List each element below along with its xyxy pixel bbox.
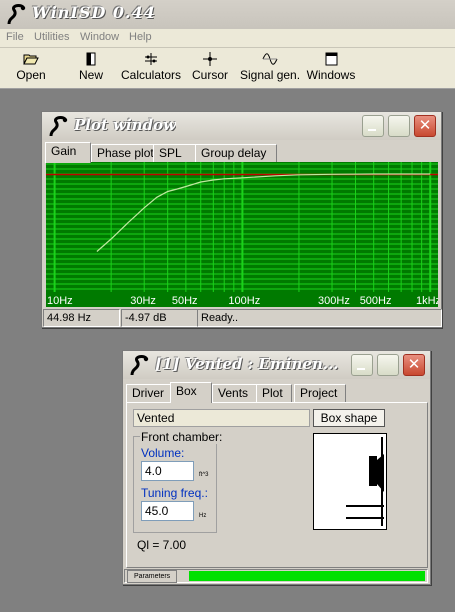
windows-icon — [325, 52, 338, 66]
volume-unit: ft^3 — [199, 472, 209, 478]
status-gain: -4.97 dB — [121, 309, 198, 327]
status-frequency: 44.98 Hz — [43, 309, 120, 327]
tuning-freq-label: Tuning freq.: — [141, 486, 208, 500]
x-tick-label: 1kHz — [416, 295, 438, 307]
close-button[interactable]: ✕ — [403, 354, 425, 376]
volume-input[interactable]: 4.0 — [141, 461, 194, 481]
tab-gain[interactable]: Gain — [45, 142, 91, 163]
menubar: File Utilities Window Help — [0, 29, 455, 48]
cursor-button[interactable]: Cursor — [190, 48, 230, 88]
volume-label: Volume: — [141, 446, 185, 460]
box-tabs: Driver Box Vents Plot Project — [126, 382, 426, 403]
x-tick-label: 100Hz — [228, 295, 260, 307]
tuning-freq-input[interactable]: 45.0 — [141, 501, 194, 521]
box-shape-button[interactable]: Box shape — [313, 409, 385, 427]
x-tick-label: 10Hz — [47, 295, 73, 307]
crosshair-icon — [203, 52, 217, 66]
tab-group-delay[interactable]: Group delay — [195, 144, 277, 162]
tuning-freq-unit: Hz — [199, 513, 207, 519]
box-type-select[interactable]: Vented — [133, 409, 310, 427]
menu-utilities[interactable]: Utilities — [34, 31, 69, 43]
tab-vents[interactable]: Vents — [212, 384, 258, 402]
progress-bar — [189, 571, 425, 581]
speaker-box-diagram-icon — [346, 437, 384, 526]
minimize-button[interactable] — [362, 115, 384, 137]
plot-tabs: Gain Phase plot SPL Group delay — [45, 142, 440, 163]
front-chamber-label: Front chamber: — [140, 430, 224, 444]
tab-box[interactable]: Box — [170, 382, 212, 403]
signal-gen-button[interactable]: Signal gen. — [240, 48, 300, 88]
x-tick-label: 500Hz — [360, 295, 392, 307]
menu-help[interactable]: Help — [129, 31, 152, 43]
windows-button[interactable]: Windows — [306, 48, 356, 88]
gain-plot[interactable]: 10Hz 30Hz 50Hz 100Hz 300Hz 500Hz 1kHz — [46, 162, 438, 307]
toolbar: Open New Calculators Cursor Signal gen. — [0, 48, 455, 89]
new-button[interactable]: New — [74, 48, 108, 88]
winisd-logo-icon — [130, 355, 149, 376]
close-button[interactable]: ✕ — [414, 115, 436, 137]
calculators-button[interactable]: Calculators — [120, 48, 182, 88]
box-window-title: [1] Vented : Eminen... — [155, 355, 339, 373]
maximize-button[interactable] — [377, 354, 399, 376]
x-tick-label: 30Hz — [130, 295, 156, 307]
x-tick-label: 300Hz — [318, 295, 350, 307]
maximize-button[interactable] — [388, 115, 410, 137]
new-document-icon — [86, 52, 96, 66]
plot-window-titlebar[interactable]: Plot window ✕ — [42, 112, 441, 140]
winisd-logo-icon — [49, 116, 68, 137]
box-window-titlebar[interactable]: [1] Vented : Eminen... ✕ — [123, 351, 430, 379]
open-button[interactable]: Open — [14, 48, 48, 88]
tab-plot[interactable]: Plot — [256, 384, 292, 402]
app-titlebar: WinISD 0.44 — [0, 0, 455, 29]
app-title: WinISD 0.44 — [32, 3, 156, 22]
menu-file[interactable]: File — [6, 31, 24, 43]
tab-phase-plot[interactable]: Phase plot — [91, 144, 159, 162]
calculator-icon — [145, 53, 157, 65]
plot-window-title: Plot window — [74, 116, 177, 134]
minimize-button[interactable] — [351, 354, 373, 376]
progress-track — [189, 571, 425, 581]
tab-spl[interactable]: SPL — [153, 144, 197, 162]
menu-window[interactable]: Window — [80, 31, 119, 43]
sine-wave-icon — [262, 53, 278, 65]
gain-plot-svg: 10Hz 30Hz 50Hz 100Hz 300Hz 500Hz 1kHz — [46, 162, 438, 307]
box-shape-preview — [313, 433, 387, 530]
status-state: Ready.. — [197, 309, 442, 327]
tab-driver[interactable]: Driver — [126, 384, 172, 402]
status-parameters-label: Parameters — [127, 570, 178, 583]
box-statusbar: Parameters — [124, 569, 428, 583]
tab-project[interactable]: Project — [294, 384, 346, 402]
ql-value: Ql = 7.00 — [137, 538, 187, 552]
x-tick-label: 50Hz — [172, 295, 198, 307]
winisd-logo-icon — [7, 4, 26, 25]
folder-open-icon — [23, 54, 39, 65]
gain-curve — [96, 173, 431, 252]
